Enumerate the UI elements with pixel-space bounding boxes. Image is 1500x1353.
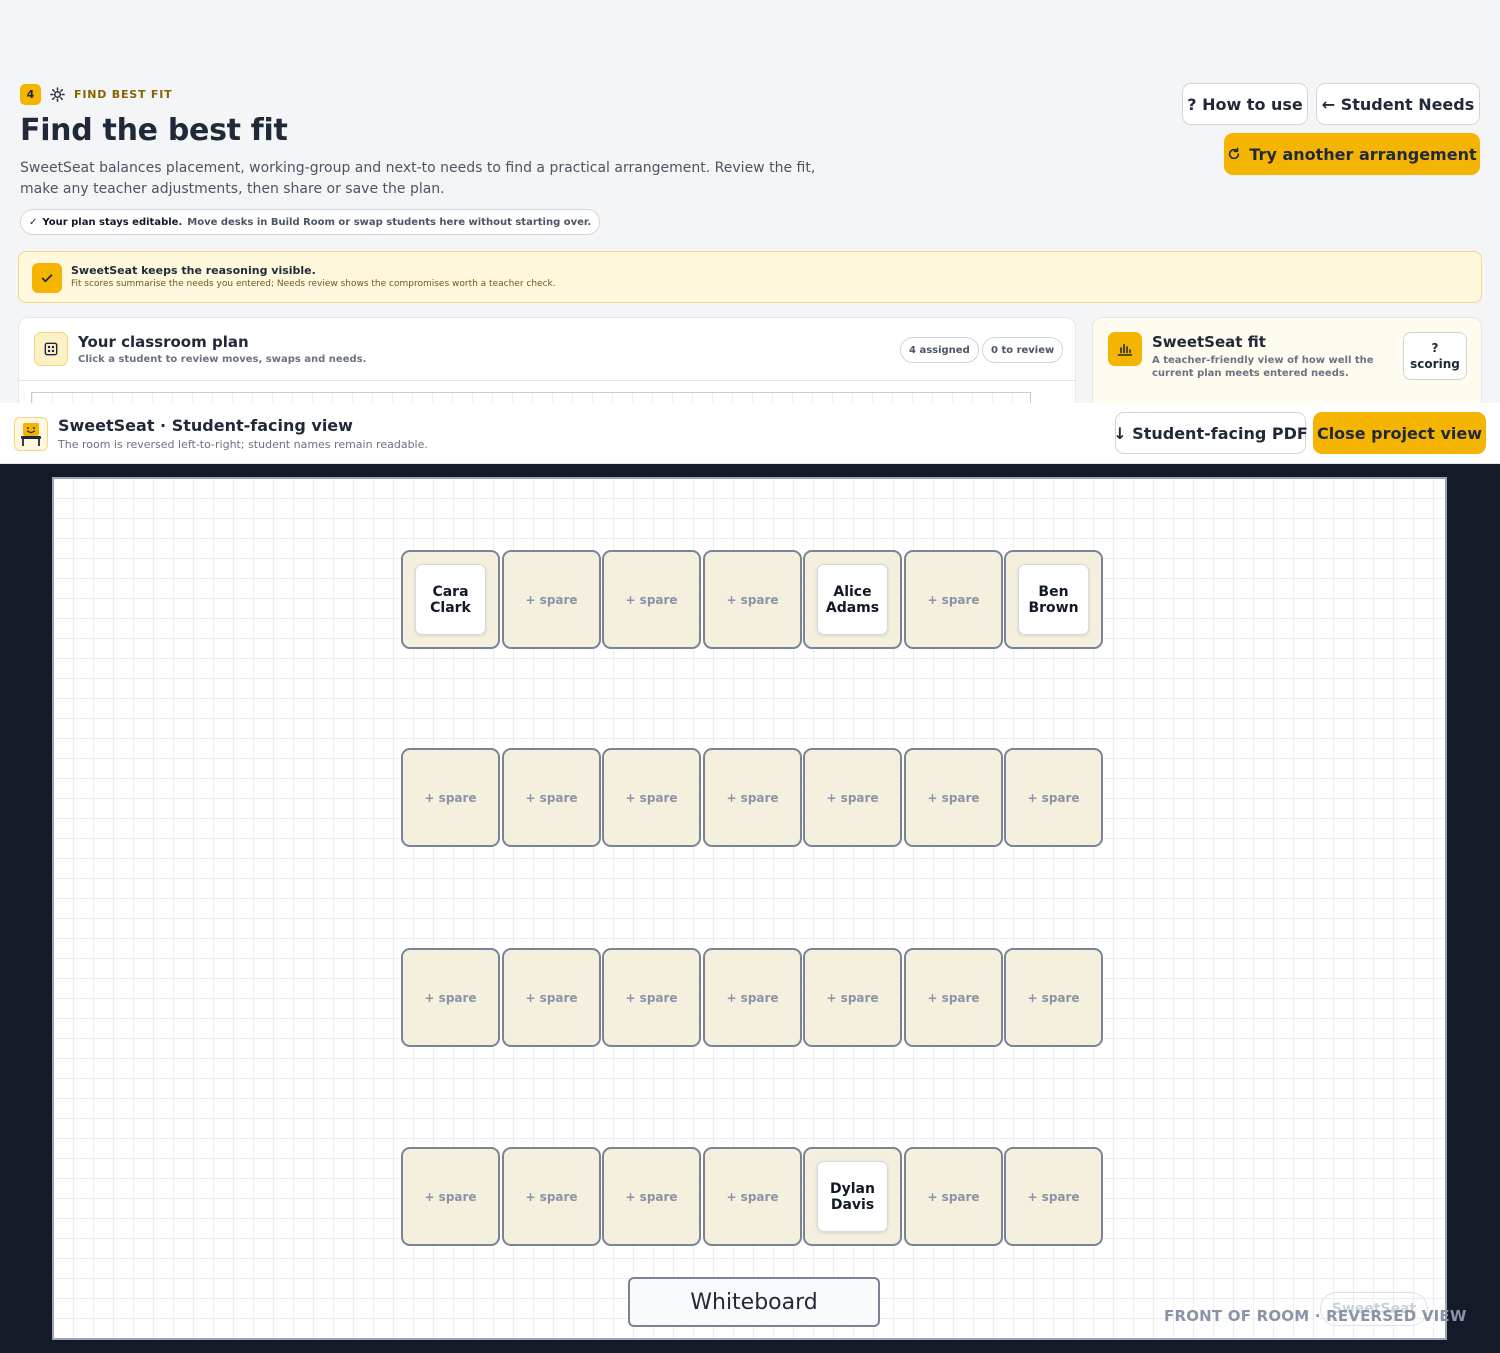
sparkle-icon [49, 86, 66, 103]
page-title: Find the best fit [20, 113, 288, 148]
spare-label: + spare [525, 790, 578, 805]
classroom-plan-subtitle: Click a student to review moves, swaps a… [78, 354, 367, 365]
student-facing-pdf-button[interactable]: ↓ Student-facing PDF [1113, 412, 1308, 454]
front-of-room-label: FRONT OF ROOM · REVERSED VIEW [1164, 1307, 1467, 1325]
desk-spare[interactable]: + spare [703, 550, 802, 649]
reasoning-title: SweetSeat keeps the reasoning visible. [71, 264, 316, 277]
spare-label: + spare [525, 990, 578, 1005]
spare-label: + spare [826, 990, 879, 1005]
student-name-card[interactable]: Dylan Davis [817, 1161, 888, 1232]
whiteboard: Whiteboard [628, 1277, 880, 1327]
editable-notice-text: Move desks in Build Room or swap student… [187, 216, 592, 228]
spare-label: + spare [625, 592, 678, 607]
desk-spare[interactable]: + spare [904, 550, 1003, 649]
fit-subtitle: A teacher-friendly view of how well the … [1152, 355, 1374, 379]
grid-plan-icon [34, 332, 68, 366]
spare-label: + spare [927, 1189, 980, 1204]
desk-spare[interactable]: + spare [803, 748, 902, 847]
sweetseat-chair-logo-icon [14, 417, 48, 451]
desk-spare[interactable]: + spare [703, 948, 802, 1047]
refresh-icon [1227, 147, 1241, 161]
spare-label: + spare [726, 990, 779, 1005]
desk-assigned[interactable]: Alice Adams [803, 550, 902, 649]
spare-label: + spare [726, 790, 779, 805]
desk-spare[interactable]: + spare [904, 1147, 1003, 1246]
close-project-view-button[interactable]: Close project view [1313, 412, 1486, 454]
scoring-help-button[interactable]: ? scoring [1403, 332, 1467, 380]
desk-spare[interactable]: + spare [401, 1147, 500, 1246]
student-name-card[interactable]: Ben Brown [1018, 564, 1089, 635]
checkmark-icon [32, 263, 62, 293]
student-name-card[interactable]: Alice Adams [817, 564, 888, 635]
spare-label: + spare [1027, 990, 1080, 1005]
desk-spare[interactable]: + spare [904, 948, 1003, 1047]
desk-spare[interactable]: + spare [401, 948, 500, 1047]
try-another-label: Try another arrangement [1249, 144, 1477, 164]
spare-label: + spare [726, 592, 779, 607]
desk-spare[interactable]: + spare [1004, 948, 1103, 1047]
step-indicator: 4 FIND BEST FIT [20, 84, 172, 105]
spare-label: + spare [525, 592, 578, 607]
spare-label: + spare [1027, 1189, 1080, 1204]
spare-label: + spare [726, 1189, 779, 1204]
spare-label: + spare [927, 592, 980, 607]
desk-assigned[interactable]: Cara Clark [401, 550, 500, 649]
desk-spare[interactable]: + spare [904, 748, 1003, 847]
spare-label: + spare [424, 1189, 477, 1204]
desk-spare[interactable]: + spare [602, 1147, 701, 1246]
spare-label: + spare [424, 790, 477, 805]
card-divider [19, 380, 1075, 381]
review-count-chip: 0 to review [982, 337, 1064, 363]
desk-assigned[interactable]: Dylan Davis [803, 1147, 902, 1246]
scoring-label: scoring [1410, 357, 1460, 371]
scoring-question-mark: ? [1431, 341, 1439, 355]
spare-label: + spare [424, 990, 477, 1005]
desk-spare[interactable]: + spare [401, 748, 500, 847]
spare-label: + spare [927, 790, 980, 805]
spare-label: + spare [826, 790, 879, 805]
student-view-subtitle: The room is reversed left-to-right; stud… [58, 438, 428, 451]
assigned-count-chip: 4 assigned [900, 337, 979, 363]
desk-spare[interactable]: + spare [703, 1147, 802, 1246]
desk-spare[interactable]: + spare [602, 948, 701, 1047]
desk-spare[interactable]: + spare [602, 748, 701, 847]
spare-label: + spare [525, 1189, 578, 1204]
desk-spare[interactable]: + spare [703, 748, 802, 847]
reasoning-banner: SweetSeat keeps the reasoning visible. F… [18, 251, 1482, 303]
editable-notice-title: Your plan stays editable. [42, 216, 183, 228]
bar-chart-icon [1108, 332, 1142, 366]
how-to-use-button[interactable]: ? How to use [1182, 83, 1308, 125]
spare-label: + spare [625, 790, 678, 805]
check-icon: ✓ [29, 216, 38, 228]
spare-label: + spare [625, 1189, 678, 1204]
spare-label: + spare [927, 990, 980, 1005]
spare-label: + spare [1027, 790, 1080, 805]
desk-spare[interactable]: + spare [502, 550, 601, 649]
desk-spare[interactable]: + spare [803, 948, 902, 1047]
desk-spare[interactable]: + spare [1004, 748, 1103, 847]
desk-spare[interactable]: + spare [502, 948, 601, 1047]
student-needs-button[interactable]: ← Student Needs [1316, 83, 1480, 125]
desk-spare[interactable]: + spare [502, 1147, 601, 1246]
reasoning-subtitle: Fit scores summarise the needs you enter… [71, 279, 556, 289]
desk-spare[interactable]: + spare [1004, 1147, 1103, 1246]
desk-spare[interactable]: + spare [502, 748, 601, 847]
step-label: FIND BEST FIT [74, 88, 173, 101]
desk-spare[interactable]: + spare [602, 550, 701, 649]
classroom-room: Whiteboard SweetSeat FRONT OF ROOM · REV… [52, 477, 1466, 1340]
desk-assigned[interactable]: Ben Brown [1004, 550, 1103, 649]
spare-label: + spare [625, 990, 678, 1005]
try-another-arrangement-button[interactable]: Try another arrangement [1224, 133, 1480, 175]
editable-notice: ✓ Your plan stays editable. Move desks i… [20, 209, 601, 235]
step-number-badge: 4 [20, 84, 41, 105]
student-view-title: SweetSeat · Student-facing view [58, 416, 353, 435]
student-name-card[interactable]: Cara Clark [415, 564, 486, 635]
fit-title: SweetSeat fit [1152, 333, 1266, 351]
page-description: SweetSeat balances placement, working-gr… [20, 160, 816, 197]
classroom-plan-title: Your classroom plan [78, 333, 249, 351]
